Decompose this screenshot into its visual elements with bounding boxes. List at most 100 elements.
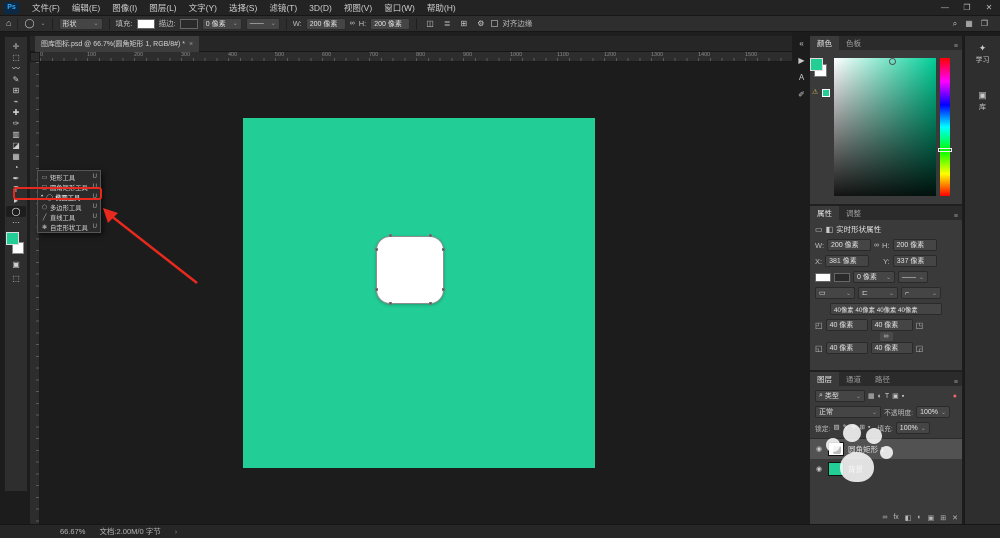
arrange-documents-icon[interactable]: ▦	[965, 20, 973, 28]
filter-toggle-icon[interactable]: ●	[953, 393, 957, 400]
tool-preset-icon[interactable]: ◯	[24, 19, 34, 28]
foreground-background-swatches[interactable]	[6, 232, 26, 256]
prop-stroke-style-select[interactable]: ——⌄	[898, 271, 928, 283]
minimize-button[interactable]: —	[934, 0, 956, 16]
layer-filter-select[interactable]: ⌕类型⌄	[815, 390, 865, 402]
crop-tool[interactable]: ⊞	[6, 85, 26, 96]
fill-swatch[interactable]	[137, 19, 155, 29]
add-mask-icon[interactable]: ◧	[905, 514, 912, 522]
stroke-style-select[interactable]: ——⌄	[246, 18, 280, 30]
layer-row-rounded-rect[interactable]: ◉ 圆角矩形 1	[810, 439, 962, 459]
clone-stamp-tool[interactable]: ▥	[6, 129, 26, 140]
gear-icon[interactable]: ⚙	[474, 20, 487, 28]
stroke-caps-select[interactable]: ⊏⌄	[858, 287, 898, 299]
align-edges-checkbox[interactable]	[491, 20, 498, 27]
layer-visibility-icon[interactable]: ◉	[814, 465, 824, 473]
edit-toolbar-icon[interactable]: ⋯	[6, 217, 26, 228]
quick-mask-icon[interactable]: ▣	[6, 259, 26, 270]
close-tab-icon[interactable]: ×	[189, 41, 193, 48]
status-chevron-icon[interactable]: ›	[175, 527, 178, 536]
panel-menu-icon[interactable]: ≡	[954, 43, 962, 50]
shape-height-input[interactable]: 200 像素	[370, 18, 410, 30]
stroke-corners-select[interactable]: ⌐⌄	[901, 287, 941, 299]
menu-item[interactable]: 文字(Y)	[183, 0, 223, 16]
menu-item[interactable]: 视图(V)	[338, 0, 378, 16]
zoom-level[interactable]: 66.67%	[60, 527, 85, 536]
workspace-icon[interactable]: ❐	[981, 20, 988, 28]
horizontal-ruler[interactable]: 0100200300400500600700800900100011001200…	[40, 52, 792, 62]
healing-brush-tool[interactable]: ✚	[6, 107, 26, 118]
actions-panel-icon[interactable]: ▶	[798, 57, 804, 65]
adjustment-layer-icon[interactable]: ◐	[917, 514, 921, 522]
panel-tab[interactable]: 路径	[868, 372, 897, 386]
lock-pixels-icon[interactable]: ✎	[843, 425, 848, 432]
layer-row-background[interactable]: ◉ 背景	[810, 459, 962, 479]
layer-fill-input[interactable]: 100%⌄	[896, 422, 930, 434]
menu-item[interactable]: 帮助(H)	[421, 0, 462, 16]
prop-y-input[interactable]: 337 像素	[893, 255, 937, 267]
anchor-point[interactable]	[442, 248, 445, 251]
prop-x-input[interactable]: 381 像素	[825, 255, 869, 267]
anchor-point[interactable]	[375, 248, 378, 251]
menu-item[interactable]: 编辑(E)	[66, 0, 106, 16]
radius-tl-input[interactable]: 40 像素	[826, 319, 868, 331]
anchor-point[interactable]	[389, 234, 392, 237]
menu-item[interactable]: 图像(I)	[106, 0, 143, 16]
radius-bl-input[interactable]: 40 像素	[826, 342, 868, 354]
anchor-point[interactable]	[389, 302, 392, 305]
new-group-icon[interactable]: ▣	[928, 514, 935, 522]
home-icon[interactable]: ⌂	[6, 19, 11, 28]
lock-artboard-icon[interactable]: ⊞	[860, 425, 865, 432]
delete-layer-icon[interactable]: ✕	[952, 514, 958, 522]
prop-stroke-width-input[interactable]: 0 像素⌄	[853, 271, 895, 283]
layer-visibility-icon[interactable]: ◉	[814, 445, 824, 453]
anchor-point[interactable]	[442, 288, 445, 291]
foreground-color-chip[interactable]	[810, 58, 823, 71]
anchor-point[interactable]	[429, 234, 432, 237]
panel-tab[interactable]: 通道	[839, 372, 868, 386]
menu-item[interactable]: 滤镜(T)	[263, 0, 303, 16]
tool-mode-select[interactable]: 形状⌄	[59, 18, 103, 30]
panel-tab[interactable]: 颜色	[810, 36, 839, 50]
filter-type-layers-icon[interactable]: T	[885, 393, 889, 400]
menu-item[interactable]: 3D(D)	[303, 0, 338, 16]
panel-tab[interactable]: 图层	[810, 372, 839, 386]
layer-thumbnail[interactable]	[828, 462, 844, 476]
search-icon[interactable]: ⌕	[953, 20, 957, 28]
panel-tab[interactable]: 调整	[839, 206, 868, 220]
brush-tool[interactable]: ✑	[6, 118, 26, 129]
layer-thumbnail[interactable]	[828, 442, 844, 456]
lock-all-icon[interactable]: ▪	[868, 425, 870, 432]
stroke-width-input[interactable]: 0 像素⌄	[202, 18, 242, 30]
new-layer-icon[interactable]: ⊞	[940, 514, 946, 522]
menu-item[interactable]: 选择(S)	[223, 0, 263, 16]
radius-br-input[interactable]: 40 像素	[871, 342, 913, 354]
path-arrangement-icon[interactable]: ⊞	[458, 20, 471, 28]
maximize-button[interactable]: ❐	[956, 0, 978, 16]
vertical-ruler[interactable]	[30, 62, 40, 524]
flyout-rectangle-tool[interactable]: ▭ 矩形工具 U	[38, 172, 100, 182]
brush-settings-panel-icon[interactable]: ✐	[798, 91, 805, 99]
color-picker-marker[interactable]	[889, 58, 896, 65]
pen-tool[interactable]: ✒	[6, 173, 26, 184]
lock-position-icon[interactable]: ✛	[851, 425, 856, 432]
filter-adjustment-layers-icon[interactable]: ◐	[878, 393, 882, 400]
panel-menu-icon[interactable]: ≡	[954, 213, 962, 220]
eyedropper-tool[interactable]: ⌁	[6, 96, 26, 107]
prop-width-input[interactable]: 200 像素	[827, 239, 871, 251]
anchor-point[interactable]	[375, 288, 378, 291]
hue-slider-marker[interactable]	[938, 148, 952, 152]
learn-panel[interactable]: ✦ 学习	[976, 44, 990, 65]
lasso-tool[interactable]: 〰	[6, 63, 26, 74]
prop-height-input[interactable]: 200 像素	[893, 239, 937, 251]
radius-tr-input[interactable]: 40 像素	[871, 319, 913, 331]
path-operations-icon[interactable]: ◫	[423, 20, 437, 28]
opacity-input[interactable]: 100%⌄	[916, 406, 950, 418]
menu-item[interactable]: 图层(L)	[143, 0, 182, 16]
menu-item[interactable]: 窗口(W)	[378, 0, 421, 16]
blur-tool[interactable]: ◔	[6, 162, 26, 173]
gamut-swatch[interactable]	[822, 89, 830, 97]
eraser-tool[interactable]: ◪	[6, 140, 26, 151]
layer-style-icon[interactable]: fx	[893, 514, 898, 522]
stroke-swatch[interactable]	[180, 19, 198, 29]
